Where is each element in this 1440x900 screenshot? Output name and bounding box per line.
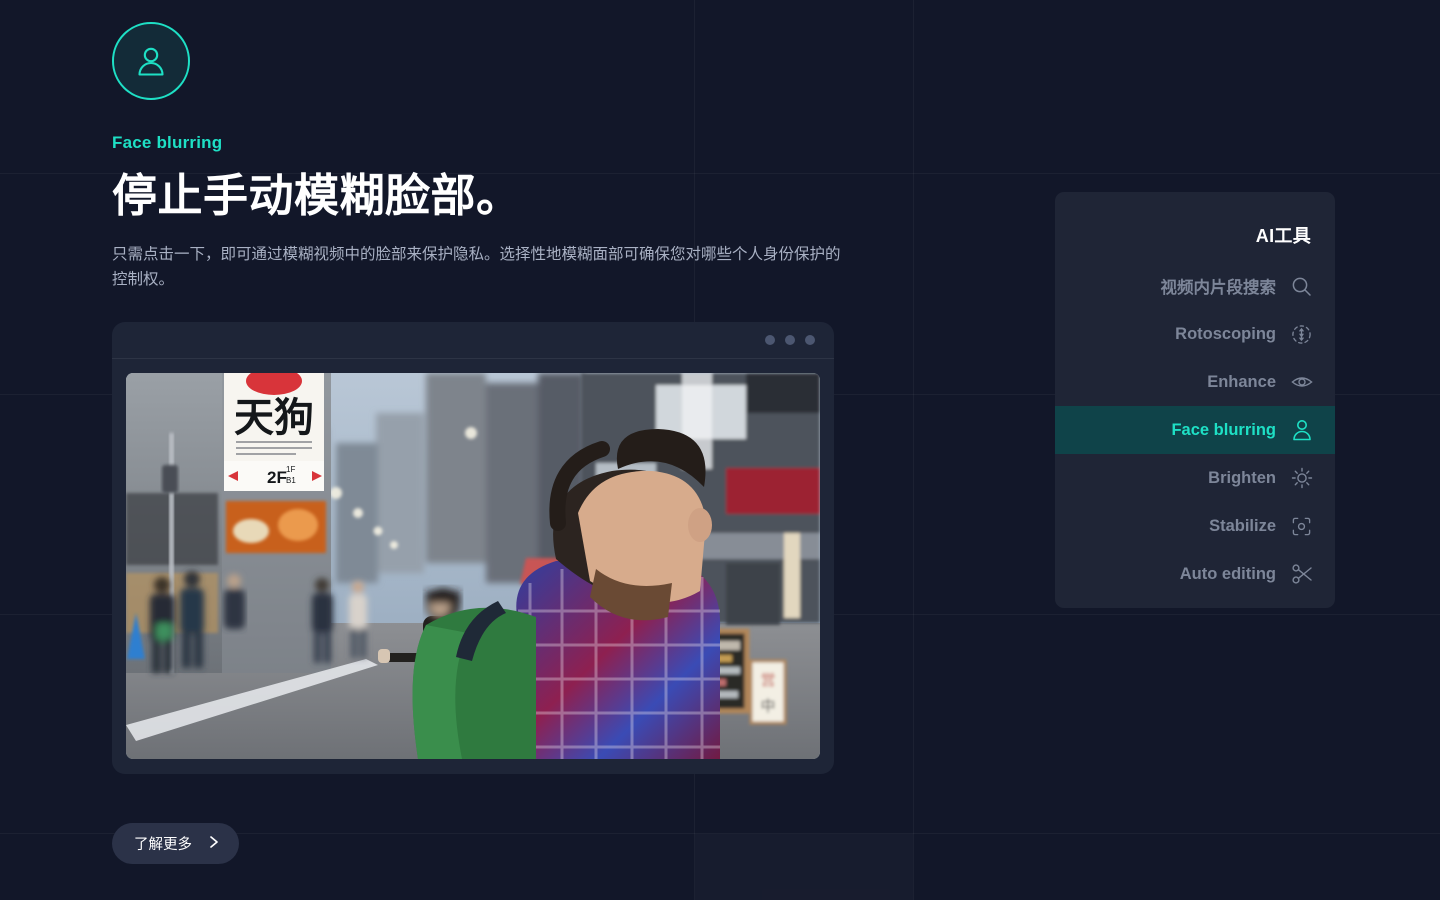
learn-more-label: 了解更多 <box>134 837 192 853</box>
window-dot[interactable] <box>765 335 775 345</box>
tool-item-clip-search[interactable]: 视频内片段搜索 <box>1055 262 1335 310</box>
tool-item-stabilize[interactable]: Stabilize <box>1055 502 1335 550</box>
video-player-card: 天狗 2F 1F B1 営 中 <box>112 322 834 774</box>
eyebrow-label: Face blurring <box>112 133 223 152</box>
grid-line-vertical <box>913 0 914 900</box>
grid-cell-highlight <box>695 834 913 900</box>
person-icon <box>112 22 190 100</box>
tool-item-auto-editing[interactable]: Auto editing <box>1055 550 1335 598</box>
scissors-icon <box>1290 563 1313 586</box>
person-icon <box>1290 419 1313 442</box>
tool-label: Enhance <box>1207 372 1276 391</box>
player-title-bar <box>112 322 834 359</box>
tool-item-enhance[interactable]: Enhance <box>1055 358 1335 406</box>
tool-label: Stabilize <box>1209 516 1276 535</box>
hero-description: 只需点击一下，即可通过模糊视频中的脸部来保护隐私。选择性地模糊面部可确保您对哪些… <box>112 245 841 288</box>
sun-icon <box>1290 467 1313 490</box>
rotoscope-icon <box>1290 323 1313 346</box>
svg-text:中: 中 <box>760 697 775 715</box>
hero-section: Face blurring 停止手动模糊脸部。 只需点击一下，即可通过模糊视频中… <box>112 22 852 292</box>
tool-item-brighten[interactable]: Brighten <box>1055 454 1335 502</box>
search-icon <box>1290 275 1313 298</box>
tool-label: Auto editing <box>1179 564 1276 583</box>
tool-item-rotoscoping[interactable]: Rotoscoping <box>1055 310 1335 358</box>
chevron-right-icon <box>208 835 220 853</box>
page-title: 停止手动模糊脸部。 <box>112 170 522 221</box>
tool-label: Rotoscoping <box>1175 324 1276 343</box>
svg-text:営: 営 <box>760 671 775 689</box>
tool-label: Face blurring <box>1171 420 1276 439</box>
svg-text:B1: B1 <box>286 476 296 485</box>
tool-label: Brighten <box>1208 468 1276 487</box>
ai-tools-panel: AI工具 视频内片段搜索 Rotoscoping Enhance Face bl… <box>1055 192 1335 608</box>
tool-label: 视频内片段搜索 <box>1160 279 1277 297</box>
svg-text:1F: 1F <box>286 465 295 474</box>
svg-text:2F: 2F <box>267 468 287 487</box>
learn-more-button[interactable]: 了解更多 <box>112 823 239 864</box>
ai-tools-title: AI工具 <box>1255 226 1311 246</box>
stabilize-icon <box>1290 515 1313 538</box>
video-preview[interactable]: 天狗 2F 1F B1 営 中 <box>126 373 820 759</box>
window-dot[interactable] <box>785 335 795 345</box>
eye-icon <box>1290 371 1313 394</box>
tool-item-face-blurring[interactable]: Face blurring <box>1055 406 1335 454</box>
window-dot[interactable] <box>805 335 815 345</box>
svg-text:天狗: 天狗 <box>234 395 314 441</box>
